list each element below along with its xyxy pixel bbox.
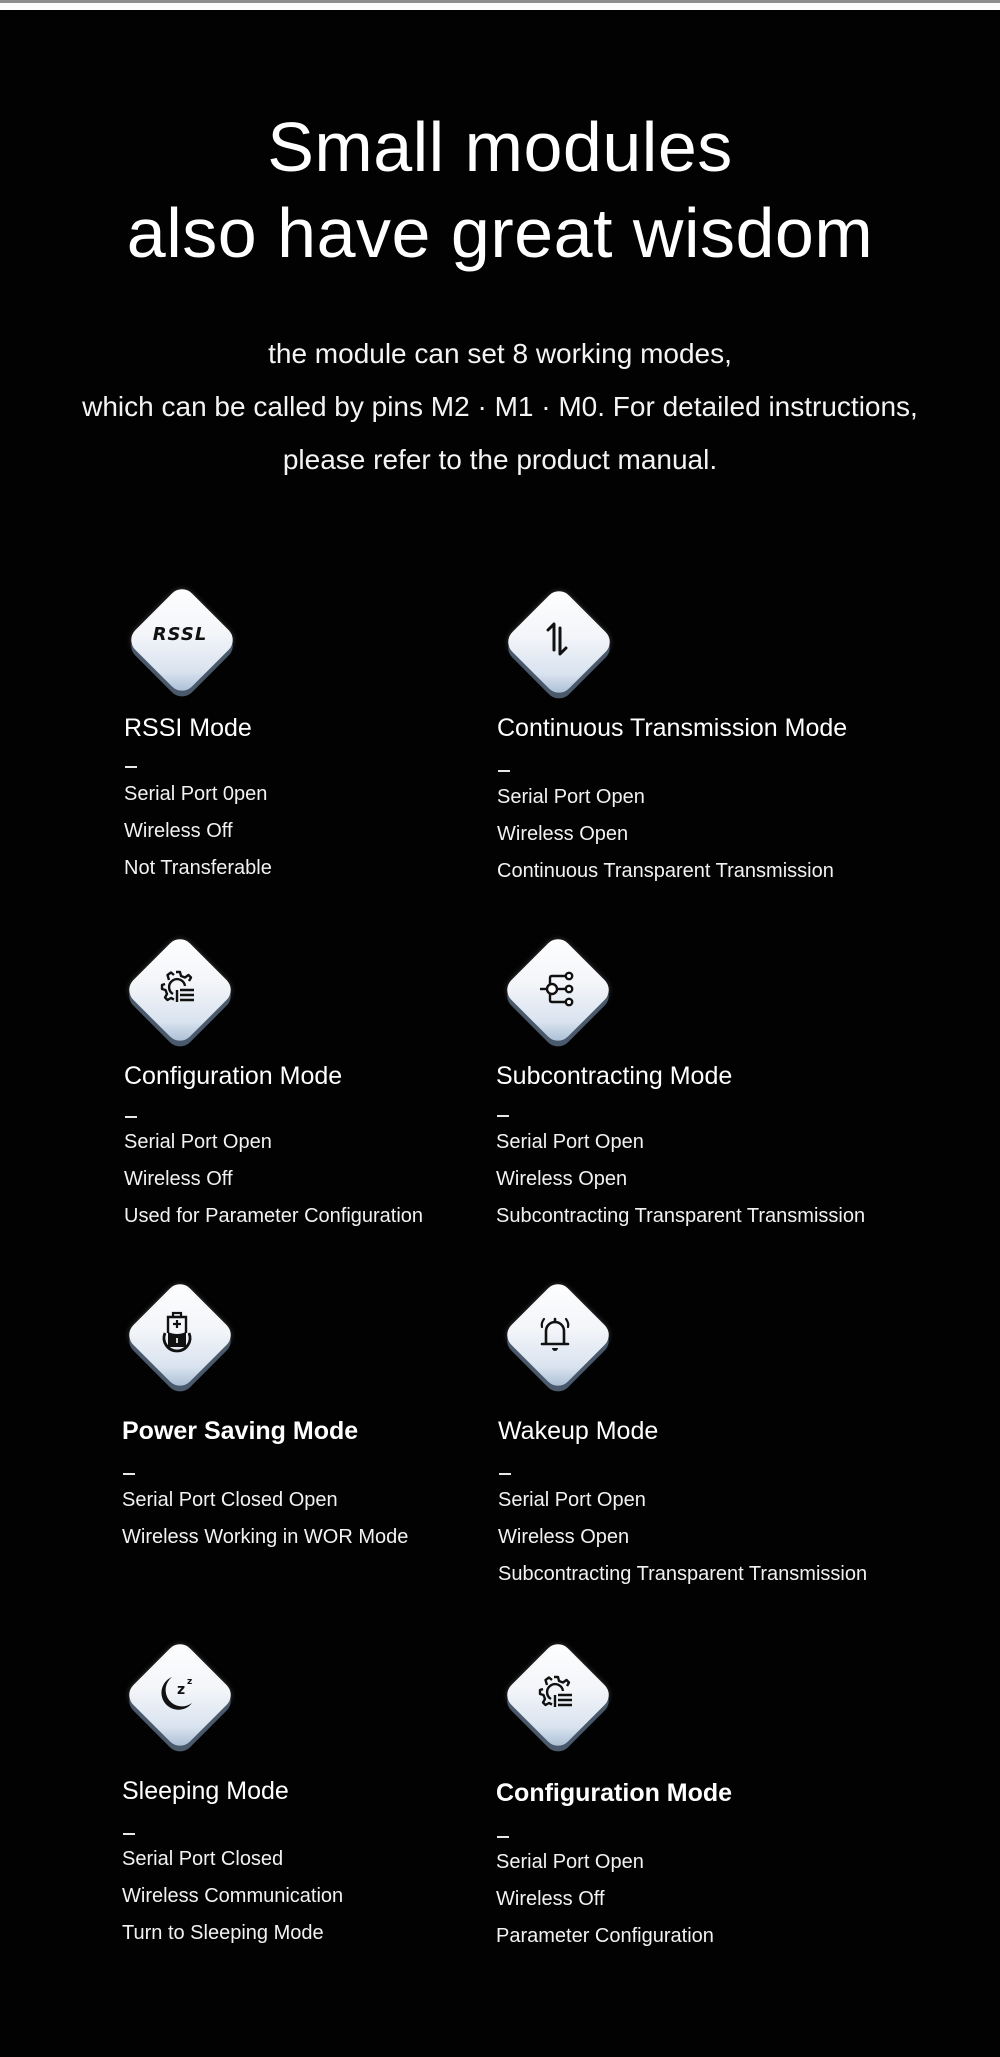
top-band <box>0 3 1000 10</box>
mode-title: Continuous Transmission Mode <box>497 714 848 742</box>
intro-line-3: please refer to the product manual. <box>282 444 718 475</box>
feature-item: Continuous Transparent Transmission <box>497 860 834 882</box>
mode-title: Sleeping Mode <box>122 1777 289 1805</box>
feature-item: Serial Port Open <box>496 1131 644 1153</box>
mode-title: Configuration Mode <box>496 1779 733 1807</box>
mode-badge <box>496 928 616 1048</box>
mode-title: Configuration Mode <box>124 1062 343 1090</box>
feature-item: Turn to Sleeping Mode <box>122 1922 324 1944</box>
mode-features: Serial Port Open Wireless Off Parameter … <box>496 1844 714 1955</box>
feature-item: Wireless Off <box>124 820 233 842</box>
mode-features: Serial Port Open Wireless Open Subcontra… <box>496 1124 865 1235</box>
feature-item: Serial Port Open <box>497 786 645 808</box>
intro-line-2: which can be called by pins M2 · M1 · M0… <box>82 391 918 422</box>
mode-title: RSSI Mode <box>124 714 252 742</box>
divider-dash <box>498 770 510 772</box>
mode-title: Wakeup Mode <box>498 1417 659 1445</box>
mode-badge <box>118 928 238 1048</box>
branch-nodes-icon <box>540 971 574 1007</box>
mode-features: Serial Port Closed Wireless Communicatio… <box>122 1841 343 1952</box>
feature-item: Serial Port Open <box>496 1851 644 1873</box>
feature-item: Wireless Open <box>498 1526 630 1548</box>
mode-badge <box>497 580 617 700</box>
feature-item: Serial Port Open <box>498 1489 646 1511</box>
feature-item: Serial Port Closed Open <box>122 1489 338 1511</box>
feature-item: Serial Port Closed <box>122 1848 284 1870</box>
intro-line-1: the module can set 8 working modes, <box>268 338 732 369</box>
headline-line-2: also have great wisdom <box>126 194 874 272</box>
feature-item: Serial Port Open <box>124 1131 272 1153</box>
mode-features: Serial Port Closed Open Wireless Working… <box>122 1482 408 1556</box>
feature-item: Wireless Open <box>496 1168 628 1190</box>
headline-line-1: Small modules <box>267 108 733 186</box>
gear-list-icon <box>160 970 194 1002</box>
divider-dash <box>497 1115 509 1117</box>
feature-item: Not Transferable <box>124 857 272 879</box>
svg-text:z: z <box>177 1682 185 1698</box>
mode-title: Power Saving Mode <box>122 1417 359 1445</box>
mode-badge <box>496 1273 616 1393</box>
feature-item: Used for Parameter Configuration <box>124 1205 424 1227</box>
feature-item: Wireless Off <box>496 1888 605 1910</box>
svg-text:z: z <box>187 1677 192 1687</box>
mode-badge: RSSL <box>120 578 240 698</box>
mode-features: Serial Port 0pen Wireless Off Not Transf… <box>124 776 272 887</box>
feature-item: Subcontracting Transparent Transmission <box>498 1563 868 1585</box>
divider-dash <box>497 1836 509 1838</box>
up-down-arrows-icon <box>546 622 568 656</box>
battery-cycle-icon <box>162 1311 192 1353</box>
mode-badge: z z <box>118 1633 238 1753</box>
divider-dash <box>499 1473 511 1475</box>
mode-features: Serial Port Open Wireless Open Continuou… <box>497 779 834 890</box>
feature-item: Wireless Working in WOR Mode <box>122 1526 409 1548</box>
divider-dash <box>125 1116 137 1118</box>
bell-ringing-icon <box>540 1317 570 1351</box>
feature-item: Subcontracting Transparent Transmission <box>496 1205 866 1227</box>
mode-badge <box>118 1273 238 1393</box>
divider-dash <box>125 766 137 768</box>
gear-list-icon <box>538 1675 572 1707</box>
feature-item: Parameter Configuration <box>496 1925 714 1947</box>
headline: Small modules also have great wisdom <box>0 104 1000 276</box>
feature-item: Wireless Open <box>497 823 629 845</box>
feature-item: Wireless Communication <box>122 1885 344 1907</box>
divider-dash <box>123 1833 135 1835</box>
rssl-icon: RSSL <box>152 624 208 645</box>
moon-sleep-icon: z z <box>161 1677 192 1710</box>
mode-badge <box>496 1633 616 1753</box>
mode-features: Serial Port Open Wireless Open Subcontra… <box>498 1482 867 1593</box>
feature-item: Wireless Off <box>124 1168 233 1190</box>
feature-item: Serial Port 0pen <box>124 783 268 805</box>
divider-dash <box>123 1473 135 1475</box>
intro-text: the module can set 8 working modes, whic… <box>0 327 1000 486</box>
mode-title: Subcontracting Mode <box>496 1062 733 1090</box>
mode-features: Serial Port Open Wireless Off Used for P… <box>124 1124 423 1235</box>
